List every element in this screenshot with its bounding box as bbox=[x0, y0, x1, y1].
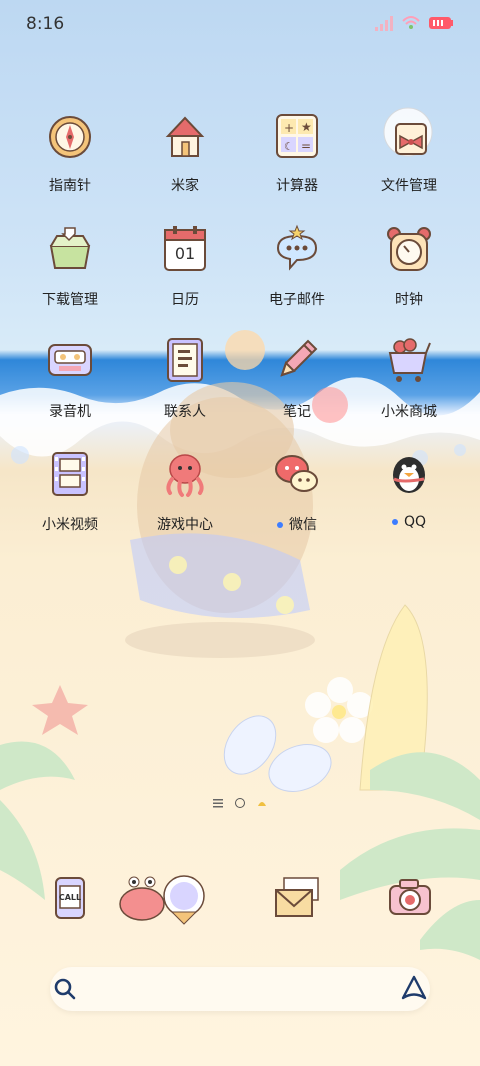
app-label: 联系人 bbox=[164, 404, 206, 420]
page-dot bbox=[235, 798, 245, 808]
wifi-icon bbox=[402, 16, 420, 29]
app-label: 游戏中心 bbox=[157, 517, 213, 533]
app-label: 日历 bbox=[171, 292, 199, 308]
app-label: 时钟 bbox=[395, 292, 423, 308]
cassette-icon bbox=[48, 344, 92, 376]
battery-icon bbox=[429, 17, 453, 29]
film-strip-icon bbox=[52, 452, 88, 496]
svg-text:=: = bbox=[301, 139, 311, 153]
app-label: 计算器 bbox=[276, 178, 318, 194]
svg-text:+: + bbox=[284, 121, 294, 135]
assistant-icon[interactable] bbox=[400, 974, 428, 1002]
calendar-date: 01 bbox=[174, 244, 196, 263]
app-label: 笔记 bbox=[283, 404, 311, 420]
chat-bubbles-icon bbox=[275, 455, 318, 492]
menu-lines-icon bbox=[213, 799, 223, 808]
app-label-text: 微信 bbox=[289, 517, 317, 533]
shell-icon bbox=[258, 802, 266, 806]
status-icons bbox=[374, 14, 454, 32]
svg-text:★: ★ bbox=[301, 120, 312, 134]
app-label: QQ bbox=[354, 514, 464, 530]
app-label: 小米商城 bbox=[381, 404, 437, 420]
svg-text:☾: ☾ bbox=[284, 140, 294, 153]
app-label: 录音机 bbox=[49, 404, 91, 420]
app-label: 米家 bbox=[171, 178, 199, 194]
penguin-icon bbox=[393, 457, 425, 493]
call-text: CALL bbox=[58, 893, 82, 902]
speech-bubble-icon bbox=[276, 224, 318, 271]
app-label: 小米视频 bbox=[42, 517, 98, 533]
alarm-clock-icon bbox=[387, 227, 431, 271]
octopus-icon bbox=[166, 454, 204, 497]
compass-icon bbox=[49, 116, 91, 158]
signal-icon bbox=[375, 16, 393, 31]
download-box-icon bbox=[49, 227, 91, 269]
app-label: 微信 bbox=[242, 514, 352, 534]
call-phone-icon: CALL bbox=[42, 870, 98, 926]
shopping-cart-icon bbox=[388, 338, 431, 382]
calculator-icon: + ★ ☾ = bbox=[276, 114, 318, 158]
app-label: 下载管理 bbox=[42, 292, 98, 308]
app-label-text: QQ bbox=[403, 514, 427, 530]
crab-icon bbox=[119, 875, 205, 925]
notification-dot bbox=[277, 522, 283, 528]
search-icon[interactable] bbox=[54, 978, 76, 1000]
envelope-icon bbox=[275, 877, 319, 917]
app-label: 文件管理 bbox=[381, 178, 437, 194]
calendar-icon: 01 bbox=[158, 222, 212, 276]
notification-dot bbox=[391, 519, 398, 525]
camera-icon bbox=[389, 879, 431, 915]
pencil-icon bbox=[280, 339, 318, 377]
folder-bow-icon bbox=[383, 107, 433, 157]
notebook-icon bbox=[167, 338, 203, 382]
house-icon bbox=[165, 116, 205, 157]
page-indicator[interactable] bbox=[0, 796, 480, 810]
app-label: 电子邮件 bbox=[269, 292, 325, 308]
app-label: 指南针 bbox=[49, 178, 91, 194]
search-bar[interactable] bbox=[50, 967, 430, 1011]
status-time: 8:16 bbox=[26, 14, 65, 34]
